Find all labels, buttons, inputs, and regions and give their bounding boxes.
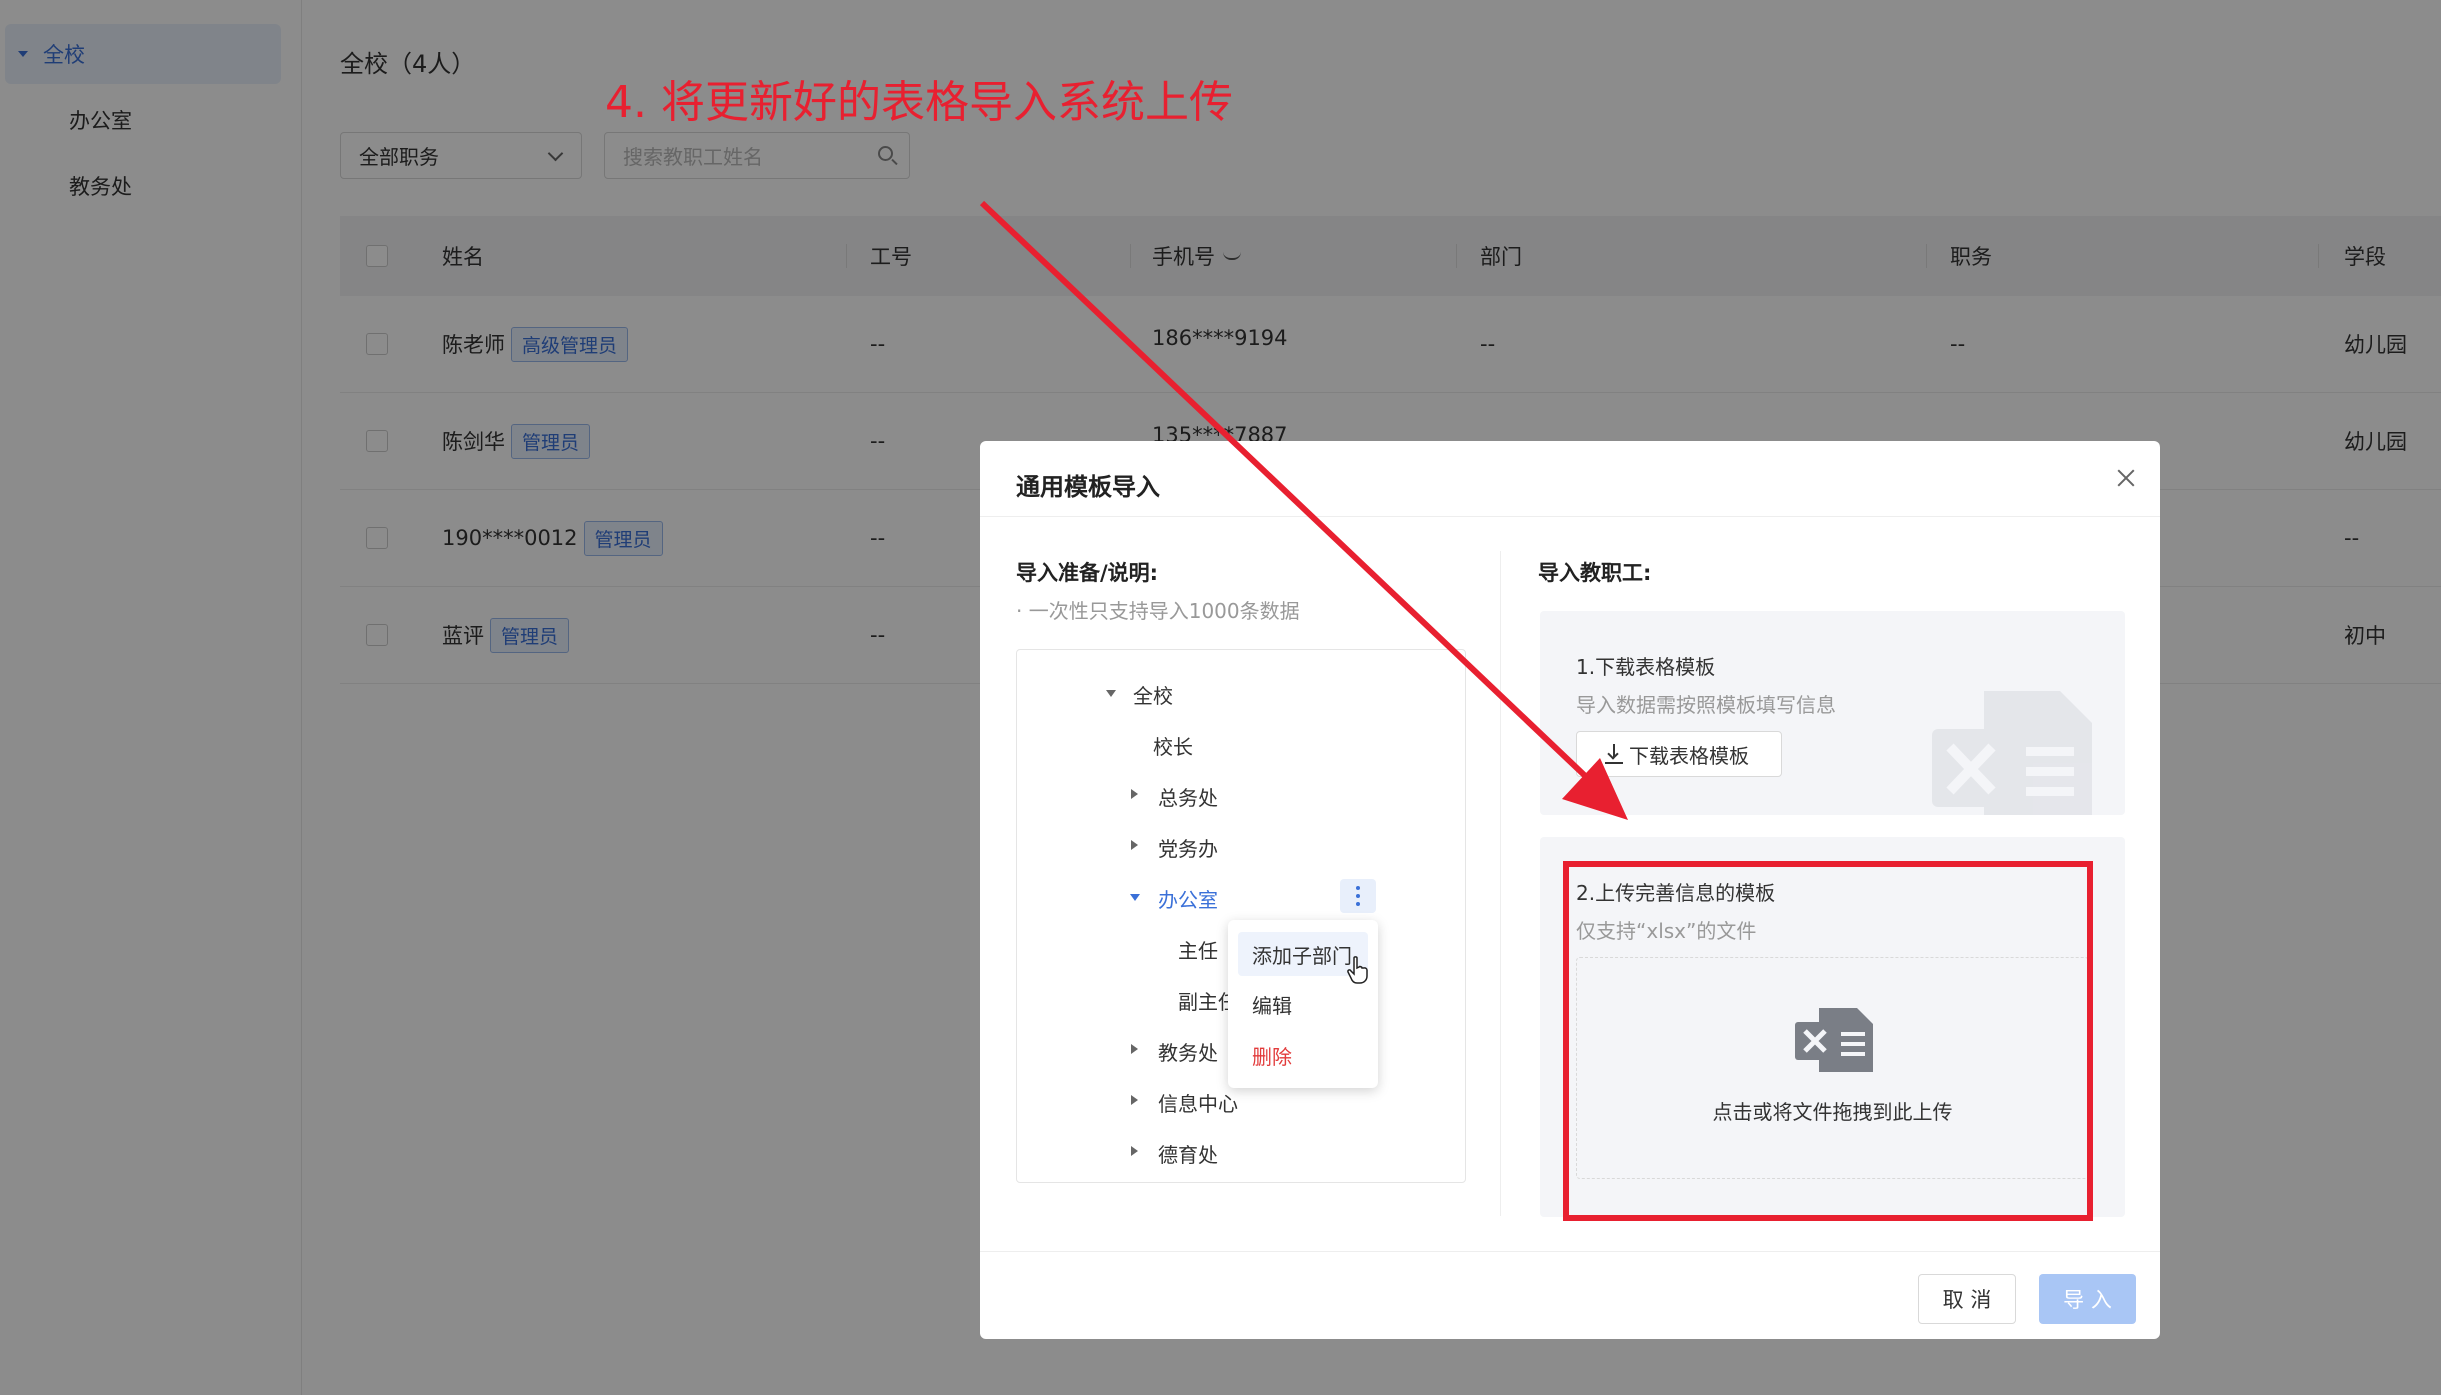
tree-node-all-school[interactable]: 全校	[1133, 680, 1173, 709]
step1-desc: 导入数据需按照模板填写信息	[1576, 693, 1836, 717]
annotation-highlight-box	[1563, 861, 2093, 1221]
close-icon[interactable]	[2113, 465, 2139, 491]
download-template-button[interactable]: 下载表格模板	[1576, 731, 1782, 777]
caret-right-icon[interactable]	[1131, 1146, 1138, 1156]
menu-item-delete[interactable]: 删除	[1238, 1033, 1368, 1077]
download-template-panel: 1.下载表格模板 导入数据需按照模板填写信息 下载表格模板	[1540, 611, 2125, 815]
import-button[interactable]: 导 入	[2039, 1274, 2136, 1324]
caret-right-icon[interactable]	[1131, 789, 1138, 799]
divider	[1500, 551, 1501, 1216]
download-icon	[1605, 744, 1623, 764]
tree-node-director[interactable]: 主任	[1178, 935, 1218, 964]
caret-right-icon[interactable]	[1131, 1044, 1138, 1054]
tree-node-office[interactable]: 办公室	[1158, 884, 1218, 913]
tree-node-moral-education[interactable]: 德育处	[1158, 1139, 1218, 1168]
download-button-label: 下载表格模板	[1629, 743, 1749, 768]
caret-down-icon[interactable]	[1106, 690, 1116, 697]
department-tree: 全校 校长 总务处 党务办 办公室 主任 副主任 教务处 信息中心 德育处 添加…	[1016, 649, 1466, 1183]
prep-title: 导入准备/说明:	[1016, 561, 1159, 585]
modal-title: 通用模板导入	[1016, 473, 1160, 501]
more-options-icon[interactable]	[1340, 879, 1376, 913]
caret-down-icon[interactable]	[1130, 894, 1140, 901]
tree-node-party-office[interactable]: 党务办	[1158, 833, 1218, 862]
menu-item-edit[interactable]: 编辑	[1238, 982, 1368, 1026]
caret-right-icon[interactable]	[1131, 1095, 1138, 1105]
context-menu: 添加子部门 编辑 删除	[1228, 920, 1378, 1088]
tree-node-academic[interactable]: 教务处	[1158, 1037, 1218, 1066]
prep-note: · 一次性只支持导入1000条数据	[1016, 599, 1300, 623]
tree-node-principal[interactable]: 校长	[1153, 731, 1193, 760]
tree-node-info-center[interactable]: 信息中心	[1158, 1088, 1238, 1117]
step1-title: 1.下载表格模板	[1576, 655, 1716, 679]
excel-file-icon	[1932, 691, 2092, 815]
divider	[980, 516, 2160, 517]
divider	[980, 1251, 2160, 1252]
caret-right-icon[interactable]	[1131, 840, 1138, 850]
hand-cursor-icon	[1347, 956, 1368, 984]
cancel-button[interactable]: 取 消	[1918, 1274, 2016, 1324]
tree-node-general-affairs[interactable]: 总务处	[1158, 782, 1218, 811]
import-title: 导入教职工:	[1538, 561, 1652, 585]
annotation-text: 4. 将更新好的表格导入系统上传	[605, 77, 1233, 128]
